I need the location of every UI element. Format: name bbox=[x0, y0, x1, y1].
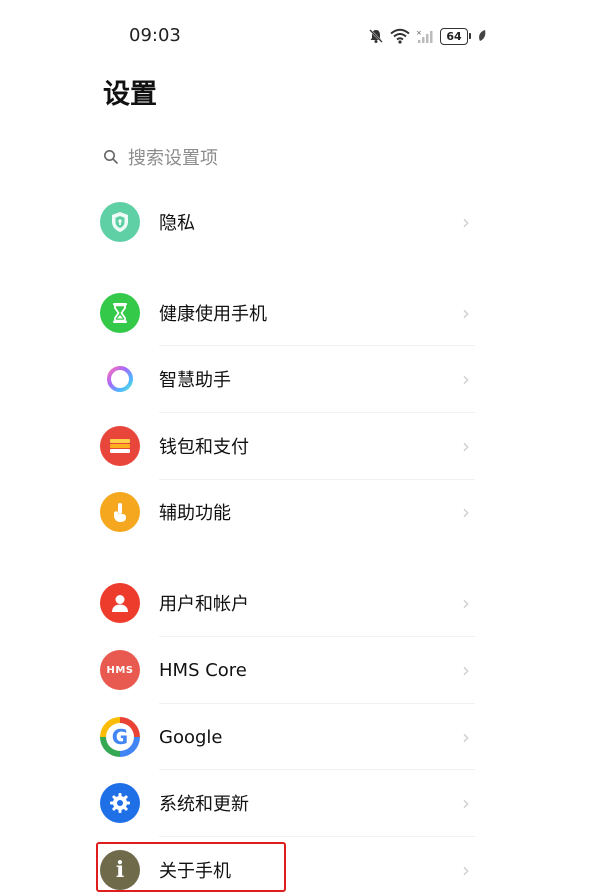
chevron-right-icon: › bbox=[462, 858, 470, 882]
hand-icon bbox=[100, 492, 140, 532]
settings-item-label: 隐私 bbox=[159, 213, 195, 234]
search-placeholder: 搜索设置项 bbox=[128, 148, 218, 169]
settings-item-assistant[interactable]: 智慧助手 › bbox=[100, 353, 475, 405]
chevron-right-icon: › bbox=[462, 301, 470, 325]
svg-text:×: × bbox=[416, 29, 422, 37]
chevron-right-icon: › bbox=[462, 791, 470, 815]
settings-item-label: 辅助功能 bbox=[159, 503, 231, 524]
chevron-right-icon: › bbox=[462, 591, 470, 615]
search-icon bbox=[104, 150, 118, 164]
google-icon: G bbox=[100, 717, 140, 757]
settings-item-hms-core[interactable]: HMS HMS Core › bbox=[100, 644, 475, 696]
divider bbox=[159, 412, 475, 413]
status-bar: 09:03 × 64 bbox=[0, 0, 592, 72]
gear-icon bbox=[100, 783, 140, 823]
settings-item-label: 智慧助手 bbox=[159, 370, 231, 391]
divider bbox=[159, 703, 475, 704]
status-icons: × 64 bbox=[368, 26, 487, 46]
wifi-icon bbox=[390, 28, 410, 44]
chevron-right-icon: › bbox=[462, 210, 470, 234]
settings-item-label: 用户和帐户 bbox=[159, 594, 249, 615]
settings-item-digital-balance[interactable]: 健康使用手机 › bbox=[100, 287, 475, 339]
leaf-icon bbox=[479, 30, 486, 41]
settings-item-label: 健康使用手机 bbox=[159, 304, 267, 325]
settings-item-accounts[interactable]: 用户和帐户 › bbox=[100, 577, 475, 629]
highlight-box bbox=[96, 842, 286, 892]
chevron-right-icon: › bbox=[462, 367, 470, 391]
wallet-icon bbox=[100, 426, 140, 466]
settings-item-google[interactable]: G Google › bbox=[100, 711, 475, 763]
settings-item-label: 钱包和支付 bbox=[159, 437, 249, 458]
hms-icon-text: HMS bbox=[106, 664, 134, 676]
chevron-right-icon: › bbox=[462, 500, 470, 524]
shield-icon bbox=[100, 202, 140, 242]
settings-item-label: 系统和更新 bbox=[159, 794, 249, 815]
search-bar[interactable]: 搜索设置项 bbox=[103, 143, 218, 171]
divider bbox=[159, 836, 475, 837]
chevron-right-icon: › bbox=[462, 658, 470, 682]
page-title: 设置 bbox=[103, 79, 157, 110]
battery-level: 64 bbox=[440, 27, 468, 45]
settings-item-label: Google bbox=[159, 726, 223, 748]
signal-icon: × bbox=[416, 29, 433, 43]
divider bbox=[159, 345, 475, 346]
settings-item-wallet[interactable]: 钱包和支付 › bbox=[100, 420, 475, 472]
battery-tip bbox=[469, 33, 471, 39]
settings-item-privacy[interactable]: 隐私 › bbox=[100, 196, 475, 248]
status-time: 09:03 bbox=[129, 25, 181, 46]
chevron-right-icon: › bbox=[462, 725, 470, 749]
battery-indicator: 64 bbox=[440, 27, 471, 45]
divider bbox=[159, 636, 475, 637]
bell-muted-icon bbox=[369, 29, 383, 43]
hms-icon: HMS bbox=[100, 650, 140, 690]
ring-icon bbox=[100, 359, 140, 399]
chevron-right-icon: › bbox=[462, 434, 470, 458]
hourglass-icon bbox=[100, 293, 140, 333]
divider bbox=[159, 769, 475, 770]
settings-item-system-update[interactable]: 系统和更新 › bbox=[100, 777, 475, 829]
settings-item-accessibility[interactable]: 辅助功能 › bbox=[100, 486, 475, 538]
divider bbox=[159, 479, 475, 480]
google-icon-letter: G bbox=[111, 725, 129, 749]
user-icon bbox=[100, 583, 140, 623]
settings-item-label: HMS Core bbox=[159, 659, 247, 681]
